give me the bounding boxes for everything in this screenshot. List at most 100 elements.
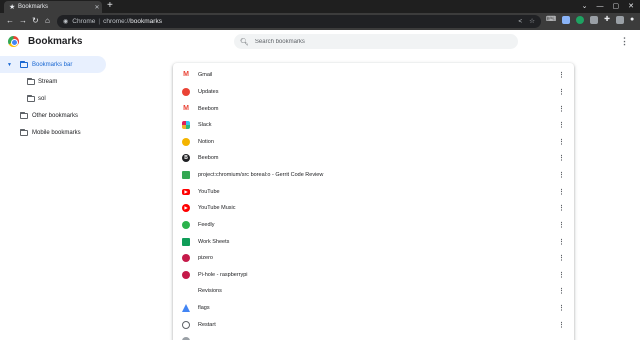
bookmark-title: Feedly (198, 221, 215, 228)
list-item[interactable]: M Gmail ⋮ (173, 66, 574, 83)
minimize-icon[interactable]: — (597, 3, 604, 10)
beebom-gmail-icon: M (182, 104, 190, 113)
side-panel-icon[interactable] (615, 16, 624, 24)
bookmarks-header: Bookmarks 🔍︎ ⋮ (0, 30, 640, 54)
more-actions-icon[interactable]: ⋮ (558, 287, 565, 295)
list-item[interactable]: Feedly ⋮ (173, 216, 574, 233)
list-item[interactable]: Pi-hole - raspberrypi ⋮ (173, 266, 574, 283)
tab-bookmarks[interactable]: ★ Bookmarks ✕ (4, 1, 102, 13)
folder-icon (27, 77, 35, 85)
sheets-icon (182, 237, 190, 246)
close-icon[interactable]: ✕ (92, 4, 102, 11)
list-item[interactable]: Notion ⋮ (173, 133, 574, 150)
expand-caret-icon[interactable]: ▼ (7, 62, 12, 68)
sidebar-item-stream[interactable]: Stream (0, 73, 110, 90)
list-item[interactable]: Work Sheets ⋮ (173, 233, 574, 250)
more-actions-icon[interactable]: ⋮ (558, 204, 565, 212)
raspberry-icon (182, 253, 190, 262)
more-actions-icon[interactable]: ⋮ (558, 88, 565, 96)
list-item[interactable]: Updates ⋮ (173, 83, 574, 100)
bookmark-title: project:chromium/src boreal:o - Gerrit C… (198, 171, 324, 178)
extension-icon[interactable] (590, 16, 599, 24)
list-item[interactable]: ▶ YouTube Music ⋮ (173, 199, 574, 216)
updates-icon (182, 87, 190, 96)
sidebar-item-label: Bookmarks bar (32, 61, 73, 68)
bookmark-star-icon[interactable]: ☆ (529, 18, 535, 25)
back-icon[interactable]: ← (6, 16, 14, 26)
list-item[interactable]: flags ⋮ (173, 299, 574, 316)
bookmark-title: Revisions (198, 287, 222, 294)
maximize-icon[interactable]: ▢ (613, 3, 620, 10)
bookmark-title: Beebom (198, 154, 219, 161)
more-actions-icon[interactable]: ⋮ (558, 154, 565, 162)
share-icon[interactable]: < (518, 18, 522, 25)
sidebar-item-sol[interactable]: sol (0, 90, 110, 107)
gmail-icon: M (182, 70, 190, 79)
bookmark-title: YouTube (198, 188, 220, 195)
sidebar-item-mobile-bookmarks[interactable]: Mobile bookmarks (0, 124, 110, 141)
bookmark-title: flags (198, 304, 210, 311)
shield-extension-icon[interactable] (562, 16, 571, 24)
more-actions-icon[interactable]: ⋮ (558, 238, 565, 246)
list-item[interactable] (173, 332, 574, 340)
more-actions-icon[interactable]: ⋮ (558, 105, 565, 113)
notion-icon (182, 137, 190, 146)
sidebar-item-label: Mobile bookmarks (32, 129, 81, 136)
list-item[interactable]: M Beebom ⋮ (173, 100, 574, 117)
tab-strip: ★ Bookmarks ✕ + ⌄ — ▢ ✕ (0, 0, 640, 13)
window-close-icon[interactable]: ✕ (628, 3, 634, 10)
address-bar[interactable]: ◉ Chrome | chrome://bookmarks < ☆ (57, 15, 541, 28)
more-actions-icon[interactable]: ⋮ (558, 304, 565, 312)
more-actions-icon[interactable]: ⋮ (558, 138, 565, 146)
folder-icon (20, 128, 28, 136)
bookmark-title: Notion (198, 138, 214, 145)
bookmark-title: Beebom (198, 105, 219, 112)
bookmark-title: Updates (198, 88, 219, 95)
more-actions-icon[interactable]: ⋮ (558, 121, 565, 129)
list-item[interactable]: B Beebom ⋮ (173, 149, 574, 166)
star-icon: ★ (9, 3, 16, 11)
sidebar-item-label: Other bookmarks (32, 112, 79, 119)
bookmark-title: Gmail (198, 71, 213, 78)
list-item[interactable]: pizero ⋮ (173, 249, 574, 266)
beebom-icon: B (182, 153, 190, 162)
sidebar-item-other-bookmarks[interactable]: Other bookmarks (0, 107, 110, 124)
search-box[interactable]: 🔍︎ (234, 34, 518, 49)
new-tab-button[interactable]: + (107, 0, 113, 12)
gamepad-icon[interactable]: ⌨ (546, 16, 556, 24)
forward-icon[interactable]: → (19, 16, 27, 26)
more-actions-icon[interactable]: ⋮ (558, 71, 565, 79)
more-actions-icon[interactable]: ⋮ (558, 188, 565, 196)
gerrit-icon (182, 170, 190, 179)
more-actions-icon[interactable]: ⋮ (558, 254, 565, 262)
grammarly-icon[interactable] (576, 16, 585, 24)
list-item[interactable]: Revisions ⋮ (173, 282, 574, 299)
site-label: Chrome (72, 18, 96, 25)
bookmark-title: Work Sheets (198, 238, 230, 245)
organize-menu-icon[interactable]: ⋮ (620, 36, 629, 47)
list-item[interactable]: Slack ⋮ (173, 116, 574, 133)
bookmark-title: YouTube Music (198, 204, 236, 211)
extensions-area: ⌨ ✚ ● ⋮ (546, 16, 640, 24)
sidebar-item-bookmarks-bar[interactable]: ▼ Bookmarks bar (0, 56, 106, 73)
browser-toolbar: ← → ↻ ⌂ ◉ Chrome | chrome://bookmarks < … (0, 13, 640, 30)
folder-icon (20, 111, 28, 119)
puzzle-icon[interactable]: ✚ (604, 16, 610, 24)
more-actions-icon[interactable]: ⋮ (558, 221, 565, 229)
folder-tree: ▼ Bookmarks bar Stream sol Other bookmar… (0, 56, 110, 141)
bookmark-title: Restart (198, 321, 216, 328)
profile-icon[interactable]: ● (630, 16, 634, 24)
more-actions-icon[interactable]: ⋮ (558, 321, 565, 329)
tab-search-icon[interactable]: ⌄ (582, 3, 588, 10)
home-icon[interactable]: ⌂ (45, 16, 50, 26)
more-actions-icon[interactable]: ⋮ (558, 271, 565, 279)
reload-icon[interactable]: ↻ (32, 16, 39, 26)
bookmark-title: Slack (198, 121, 212, 128)
list-item[interactable]: ▶ YouTube ⋮ (173, 183, 574, 200)
list-item[interactable]: Restart ⋮ (173, 316, 574, 333)
search-input[interactable] (254, 38, 495, 45)
more-actions-icon[interactable]: ⋮ (558, 171, 565, 179)
page-title: Bookmarks (28, 36, 83, 47)
folder-icon (20, 60, 28, 68)
list-item[interactable]: project:chromium/src boreal:o - Gerrit C… (173, 166, 574, 183)
